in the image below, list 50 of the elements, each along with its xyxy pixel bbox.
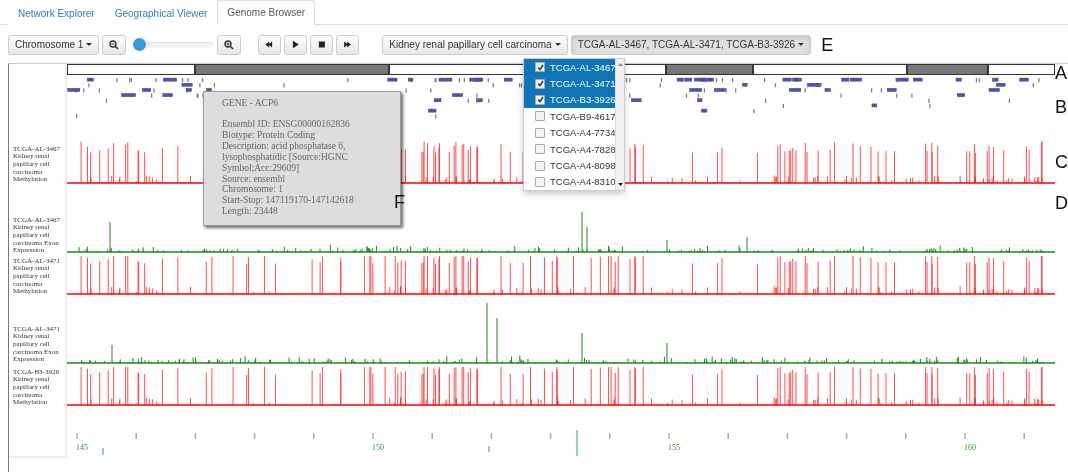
tooltip-text: Biotype: Protein Coding xyxy=(222,129,316,141)
tooltip-title: GENE - ACP6 xyxy=(222,98,279,109)
tooltip-text: Chromosome: 1 xyxy=(222,184,284,196)
annotation-letter: F xyxy=(394,193,405,211)
annotation-letter: B xyxy=(1055,98,1067,116)
tooltip-text: Length: 23448 xyxy=(222,206,279,218)
axis-label: 160 xyxy=(964,443,976,452)
checkbox[interactable] xyxy=(535,160,545,171)
fast-forward-icon xyxy=(343,40,353,49)
annotation-letter: E xyxy=(821,35,834,54)
menu-item[interactable]: TCGA-B9-4617 xyxy=(524,108,616,125)
tooltip-text: Ensembl ID: ENSG00000162836 xyxy=(222,118,351,130)
fast-forward-button[interactable] xyxy=(336,34,360,55)
checkbox[interactable] xyxy=(535,127,545,138)
checkbox[interactable] xyxy=(535,62,545,73)
menu-item[interactable]: TCGA-AL-3471 xyxy=(524,75,616,92)
scroll-down-icon[interactable] xyxy=(616,183,626,188)
chromosome-dropdown[interactable]: Chromosome 1 xyxy=(8,34,100,55)
checkbox[interactable] xyxy=(535,94,545,105)
checkbox[interactable] xyxy=(535,78,545,89)
scroll-up-icon[interactable] xyxy=(616,62,626,66)
tooltip-text: Source: ensembl xyxy=(222,173,287,185)
rewind-icon xyxy=(265,40,275,49)
annotation-letter: C xyxy=(1055,153,1068,171)
checkbox[interactable] xyxy=(535,111,545,122)
play-button[interactable] xyxy=(284,34,308,55)
tooltip-text: Start-Stop: 147119170-147142618 xyxy=(222,195,355,207)
zoom-out-button[interactable] xyxy=(102,34,127,55)
play-icon xyxy=(291,40,301,49)
zoom-in-button[interactable] xyxy=(217,34,242,55)
checkbox[interactable] xyxy=(535,144,545,155)
menu-item[interactable]: TCGA-A4-8098 xyxy=(524,157,616,174)
annotation-letter: A xyxy=(1055,64,1067,82)
annotation-letter: D xyxy=(1055,194,1068,212)
scrollbar[interactable] xyxy=(615,59,624,191)
axis-label: 155 xyxy=(668,443,680,452)
zoom-slider[interactable] xyxy=(133,41,214,48)
zoom-in-icon xyxy=(224,39,235,50)
rewind-button[interactable] xyxy=(258,34,282,55)
zoom-out-icon xyxy=(109,39,120,50)
tooltip-text: Description: acid phosphatase 6, lysophosphatidic [Source:HGNC Symbol;Acc:29609] xyxy=(222,140,349,174)
cancer-type-dropdown[interactable]: Kidney renal papillary cell carcinoma xyxy=(382,34,568,55)
samples-dropdown[interactable]: TCGA-AL-3467, TCGA-AL-3471, TCGA-B3-3926 xyxy=(570,34,812,55)
stop-button[interactable] xyxy=(310,34,334,55)
axis-label: 145 xyxy=(76,443,88,452)
axis-label: 150 xyxy=(372,443,384,452)
tab[interactable]: Genome Browser xyxy=(217,0,316,25)
menu-item[interactable]: TCGA-AL-3467 xyxy=(524,59,616,76)
stop-icon xyxy=(317,40,327,49)
checkbox[interactable] xyxy=(535,176,545,187)
